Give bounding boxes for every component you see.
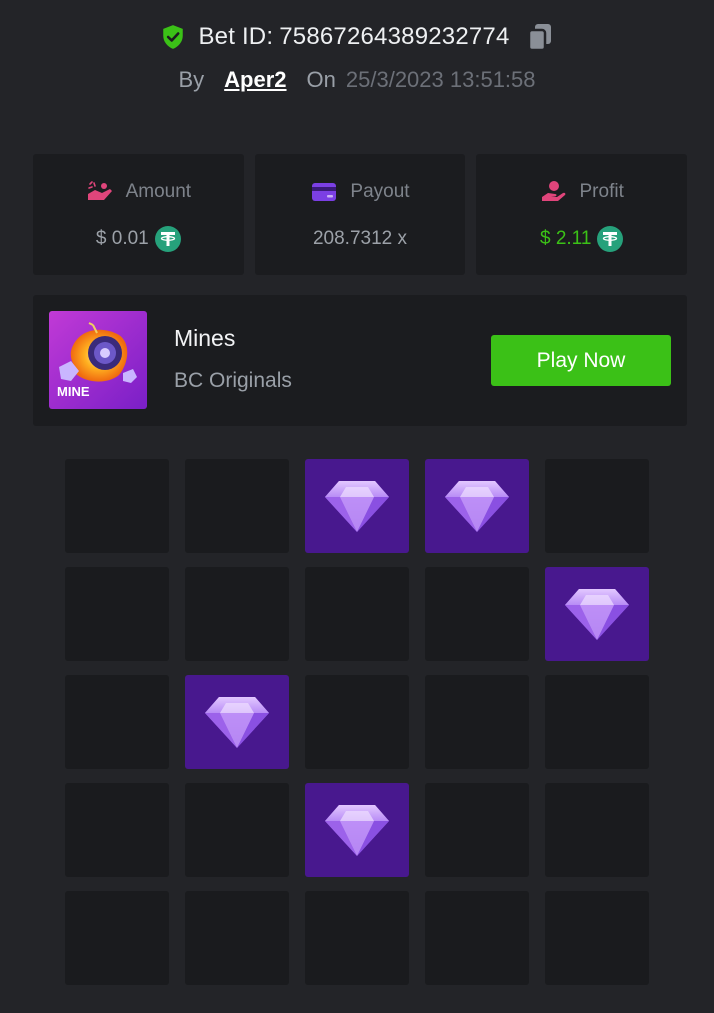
gem-icon	[325, 805, 389, 856]
thumbnail-label: MINE	[57, 384, 90, 399]
game-provider: BC Originals	[174, 369, 292, 392]
gem-icon	[565, 589, 629, 640]
gem-tile	[305, 783, 409, 877]
grid-tile	[185, 891, 289, 985]
grid-tile	[545, 891, 649, 985]
game-title: Mines	[174, 325, 236, 351]
grid-tile	[545, 459, 649, 553]
gem-icon	[205, 697, 269, 748]
play-now-button[interactable]: Play Now	[491, 335, 671, 386]
grid-tile	[425, 675, 529, 769]
grid-tile	[425, 567, 529, 661]
profit-hand-icon	[540, 180, 568, 204]
gem-tile	[185, 675, 289, 769]
mines-game-thumbnail[interactable]: MINE	[49, 311, 147, 409]
amount-icon	[86, 180, 114, 204]
profit-label: Profit	[579, 180, 624, 202]
amount-value: $ 0.01	[95, 227, 149, 249]
grid-tile	[545, 675, 649, 769]
payout-card: Payout 208.7312 x	[254, 154, 466, 275]
game-card: MINE Mines BC Originals Play Now	[33, 295, 687, 426]
gem-tile	[305, 459, 409, 553]
grid-tile	[305, 675, 409, 769]
payout-label: Payout	[350, 180, 410, 202]
grid-tile	[425, 891, 529, 985]
bet-details-page: Bet ID: 75867264389232774 By Aper2 On 25…	[0, 0, 714, 1013]
grid-tile	[185, 459, 289, 553]
gem-icon	[445, 481, 509, 532]
grid-tile	[305, 567, 409, 661]
amount-label: Amount	[125, 180, 192, 202]
grid-tile	[65, 783, 169, 877]
amount-card: Amount $ 0.01	[33, 154, 244, 275]
grid-tile	[65, 675, 169, 769]
grid-tile	[305, 891, 409, 985]
on-label: On	[306, 67, 336, 92]
grid-tile	[65, 891, 169, 985]
payout-value: 208.7312 x	[312, 227, 408, 249]
bet-stats: Amount $ 0.01 Payout 208.7312 x Profit $…	[33, 154, 688, 275]
username-link[interactable]: Aper2	[224, 67, 286, 93]
profit-value: $ 2.11	[539, 227, 592, 249]
grid-tile	[185, 567, 289, 661]
card-icon	[310, 180, 338, 204]
mines-grid	[65, 459, 649, 985]
gem-tile	[545, 567, 649, 661]
verified-shield-icon	[160, 24, 186, 50]
bet-datetime: 25/3/2023 13:51:58	[345, 67, 536, 92]
grid-tile	[545, 783, 649, 877]
grid-tile	[185, 783, 289, 877]
bet-meta-row: By Aper2 On 25/3/2023 13:51:58	[0, 62, 714, 98]
by-label: By	[178, 67, 205, 92]
grid-tile	[425, 783, 529, 877]
grid-tile	[65, 459, 169, 553]
copy-icon[interactable]	[526, 22, 554, 52]
bet-id-row: Bet ID: 75867264389232774	[0, 18, 714, 56]
gem-tile	[425, 459, 529, 553]
bet-id-value: 75867264389232774	[279, 23, 510, 50]
gem-icon	[325, 481, 389, 532]
profit-card: Profit $ 2.11	[476, 154, 688, 275]
tether-coin-icon	[154, 225, 181, 252]
bet-id-label: Bet ID:	[198, 23, 274, 50]
grid-tile	[65, 567, 169, 661]
tether-coin-icon	[597, 225, 624, 252]
